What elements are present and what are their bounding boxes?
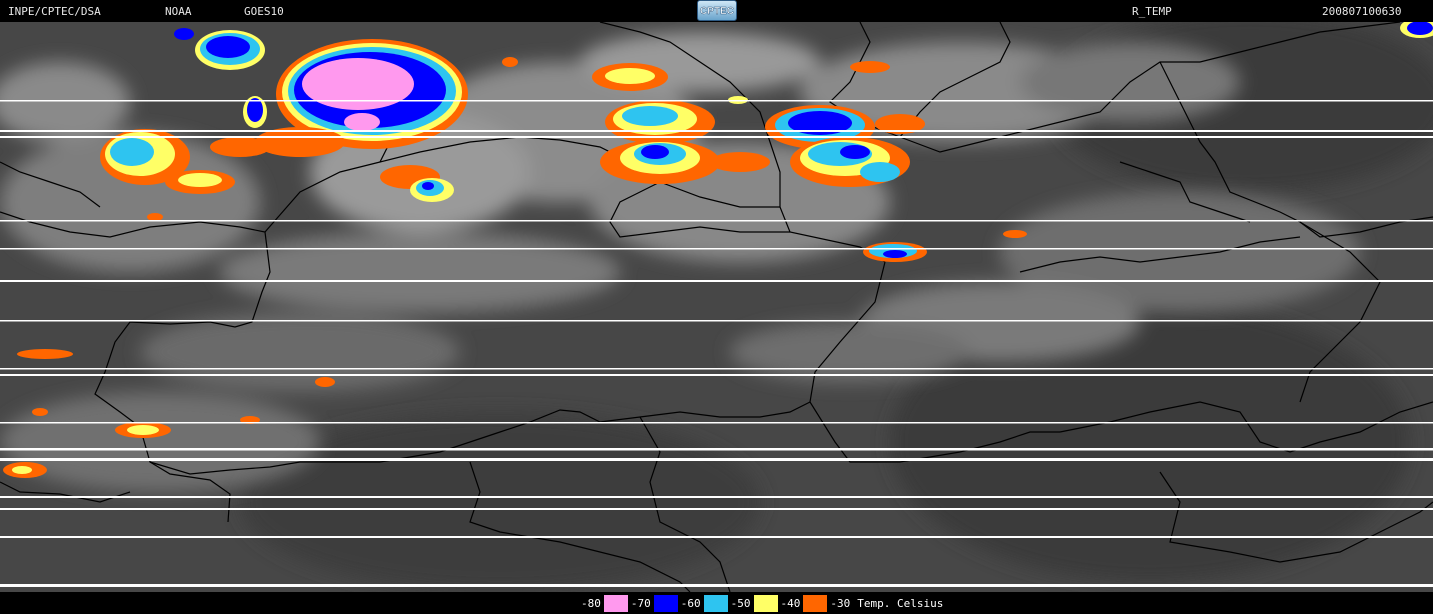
product-label: R_TEMP [1132, 5, 1172, 18]
cptec-logo: CPTEC [697, 0, 737, 21]
legend-value: -80 [578, 595, 604, 612]
legend-item: -80 [578, 595, 628, 612]
legend-value: -50 [727, 595, 754, 612]
legend-value: -30 [827, 595, 854, 612]
logo-text: CPTEC [700, 6, 734, 17]
satellite-label: GOES10 [244, 5, 284, 18]
satellite-map[interactable] [0, 22, 1433, 592]
temperature-legend: -80 -70 -60 -50 -40 -30 Temp. Celsius [578, 595, 948, 612]
legend-value: -40 [777, 595, 804, 612]
legend-item: -30 [827, 595, 854, 612]
legend-item: -50 [727, 595, 778, 612]
legend-unit-label: Temp. Celsius [853, 595, 948, 612]
legend-swatch [603, 595, 628, 612]
legend-item: -60 [677, 595, 728, 612]
legend-swatch [703, 595, 728, 612]
legend-item: -40 [777, 595, 828, 612]
legend-value: -60 [677, 595, 704, 612]
header-bar: INPE/CPTEC/DSA NOAA GOES10 CPTEC R_TEMP … [0, 0, 1433, 22]
timestamp-label: 200807100630 [1322, 5, 1402, 18]
legend-swatch [803, 595, 828, 612]
legend-swatch [653, 595, 678, 612]
legend-item: -70 [627, 595, 678, 612]
agency-label: NOAA [165, 5, 192, 18]
source-label: INPE/CPTEC/DSA [8, 5, 101, 18]
legend-swatch [753, 595, 778, 612]
legend-value: -70 [627, 595, 654, 612]
